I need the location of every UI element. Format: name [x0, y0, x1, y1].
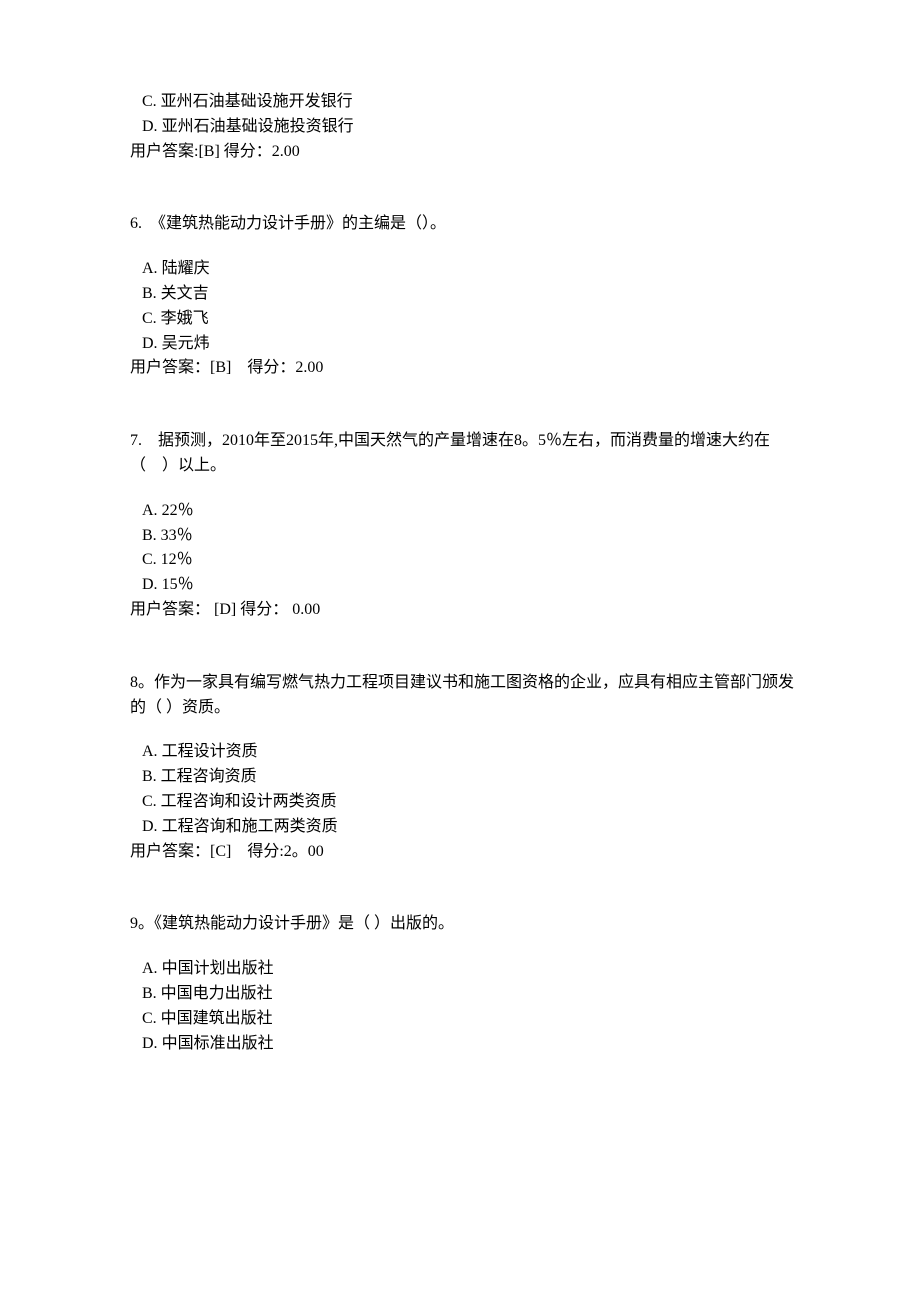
option-text: 陆耀庆	[162, 260, 210, 277]
option-label: A.	[142, 957, 158, 982]
option-text: 12％	[161, 551, 193, 568]
option-label: B.	[142, 982, 157, 1007]
option-d: D. 中国标准出版社	[130, 1032, 800, 1057]
option-label: A.	[142, 499, 158, 524]
option-label: D.	[142, 573, 158, 598]
option-c: C. 中国建筑出版社	[130, 1007, 800, 1032]
question-9: 9。《建筑热能动力设计手册》是（ ）出版的。 A. 中国计划出版社 B. 中国电…	[130, 912, 800, 1056]
option-label: A.	[142, 740, 158, 765]
option-text: 吴元炜	[162, 335, 210, 352]
option-label: C.	[142, 90, 157, 115]
option-text: 中国建筑出版社	[161, 1010, 273, 1027]
option-a: A. 工程设计资质	[130, 740, 800, 765]
option-text: 工程咨询和设计两类资质	[161, 793, 337, 810]
question-stem: 6. 《建筑热能动力设计手册》的主编是（）。	[130, 212, 800, 237]
option-text: 中国电力出版社	[161, 985, 273, 1002]
option-d: D. 工程咨询和施工两类资质	[130, 815, 800, 840]
option-text: 15％	[162, 576, 194, 593]
option-text: 工程咨询和施工两类资质	[162, 818, 338, 835]
option-b: B. 33％	[130, 524, 800, 549]
option-c: C. 工程咨询和设计两类资质	[130, 790, 800, 815]
user-answer: 用户答案： [D] 得分： 0.00	[130, 598, 800, 623]
user-answer: 用户答案：[C] 得分:2。00	[130, 840, 800, 865]
option-label: D.	[142, 332, 158, 357]
option-a: A. 22％	[130, 499, 800, 524]
option-text: 22％	[162, 502, 194, 519]
question-6: 6. 《建筑热能动力设计手册》的主编是（）。 A. 陆耀庆 B. 关文吉 C. …	[130, 212, 800, 381]
option-text: 亚州石油基础设施投资银行	[162, 118, 354, 135]
user-answer: 用户答案：[B] 得分：2.00	[130, 356, 800, 381]
option-label: C.	[142, 548, 157, 573]
option-c: C. 12％	[130, 548, 800, 573]
question-8: 8。作为一家具有编写燃气热力工程项目建议书和施工图资格的企业，应具有相应主管部门…	[130, 671, 800, 865]
option-d: D. 亚州石油基础设施投资银行	[130, 115, 800, 140]
option-b: B. 关文吉	[130, 282, 800, 307]
option-label: A.	[142, 257, 158, 282]
option-d: D. 15％	[130, 573, 800, 598]
option-label: B.	[142, 282, 157, 307]
option-label: D.	[142, 115, 158, 140]
option-text: 工程咨询资质	[161, 768, 257, 785]
option-text: 中国标准出版社	[162, 1035, 274, 1052]
option-text: 亚州石油基础设施开发银行	[161, 93, 353, 110]
option-b: B. 工程咨询资质	[130, 765, 800, 790]
option-a: A. 中国计划出版社	[130, 957, 800, 982]
user-answer: 用户答案:[B] 得分：2.00	[130, 140, 800, 165]
question-stem: 9。《建筑热能动力设计手册》是（ ）出版的。	[130, 912, 800, 937]
question-5-tail: C. 亚州石油基础设施开发银行 D. 亚州石油基础设施投资银行 用户答案:[B]…	[130, 90, 800, 164]
option-a: A. 陆耀庆	[130, 257, 800, 282]
option-label: D.	[142, 1032, 158, 1057]
option-text: 关文吉	[161, 285, 209, 302]
option-label: B.	[142, 524, 157, 549]
question-stem: 8。作为一家具有编写燃气热力工程项目建议书和施工图资格的企业，应具有相应主管部门…	[130, 671, 800, 721]
option-b: B. 中国电力出版社	[130, 982, 800, 1007]
option-label: C.	[142, 790, 157, 815]
option-label: C.	[142, 307, 157, 332]
option-label: D.	[142, 815, 158, 840]
option-text: 李娥飞	[161, 310, 209, 327]
option-d: D. 吴元炜	[130, 332, 800, 357]
option-c: C. 李娥飞	[130, 307, 800, 332]
option-c: C. 亚州石油基础设施开发银行	[130, 90, 800, 115]
option-text: 33％	[161, 527, 193, 544]
question-stem: 7. 据预测，2010年至2015年,中国天然气的产量增速在8。5％左右，而消费…	[130, 429, 800, 479]
question-7: 7. 据预测，2010年至2015年,中国天然气的产量增速在8。5％左右，而消费…	[130, 429, 800, 623]
option-label: B.	[142, 765, 157, 790]
option-label: C.	[142, 1007, 157, 1032]
option-text: 工程设计资质	[162, 743, 258, 760]
option-text: 中国计划出版社	[162, 960, 274, 977]
